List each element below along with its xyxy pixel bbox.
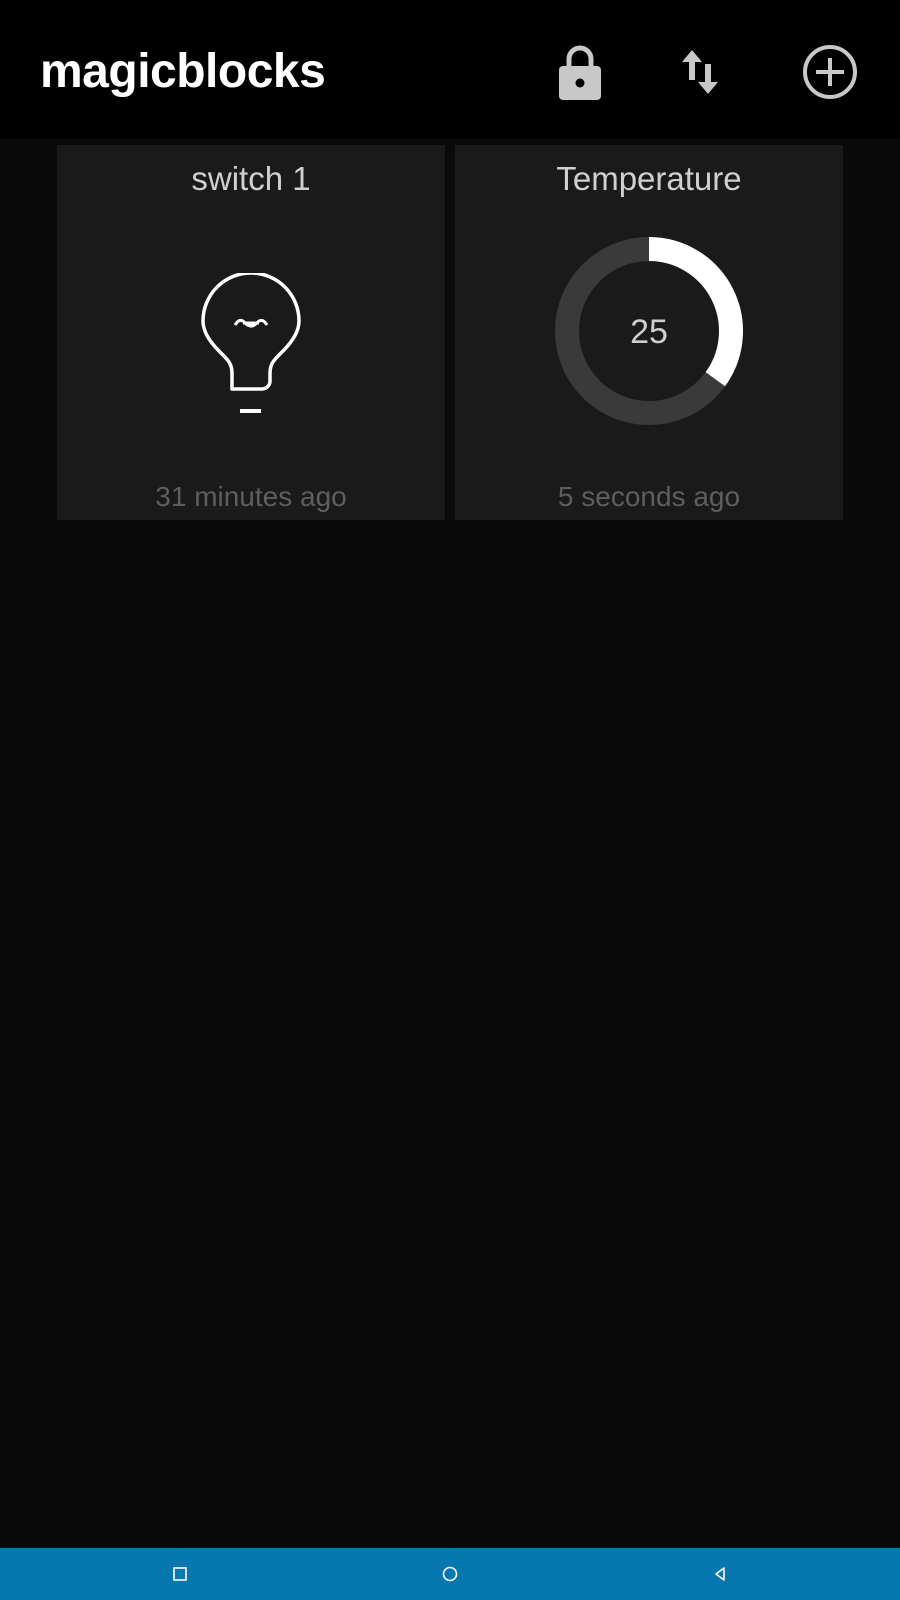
recents-icon [173, 1567, 187, 1581]
home-button[interactable] [434, 1558, 466, 1590]
back-icon [715, 1567, 725, 1581]
tile-title: switch 1 [191, 160, 311, 197]
sort-button[interactable] [664, 36, 736, 108]
last-updated-label: 31 minutes ago [155, 481, 347, 512]
temperature-value: 25 [630, 313, 668, 351]
add-circle-icon [803, 45, 857, 99]
lightbulb-icon[interactable] [195, 273, 307, 433]
add-button[interactable] [794, 36, 866, 108]
home-icon [442, 1566, 458, 1582]
swap-vertical-icon [682, 50, 718, 94]
lock-button[interactable] [544, 36, 616, 108]
screen: magicblocks switch 1 31 minutes ago Temp… [0, 0, 900, 1600]
last-updated-label: 5 seconds ago [557, 481, 741, 512]
temperature-tile[interactable]: Temperature 25 5 seconds ago [455, 145, 843, 520]
lock-icon [559, 45, 601, 100]
system-nav-bar [0, 1548, 900, 1600]
app-title: magicblocks [40, 45, 326, 98]
recents-button[interactable] [164, 1558, 196, 1590]
temperature-gauge: 25 [555, 237, 743, 425]
app-bar: magicblocks [0, 0, 900, 139]
back-button[interactable] [704, 1558, 736, 1590]
tile-title: Temperature [556, 160, 742, 197]
switch-tile[interactable]: switch 1 31 minutes ago [57, 145, 445, 520]
